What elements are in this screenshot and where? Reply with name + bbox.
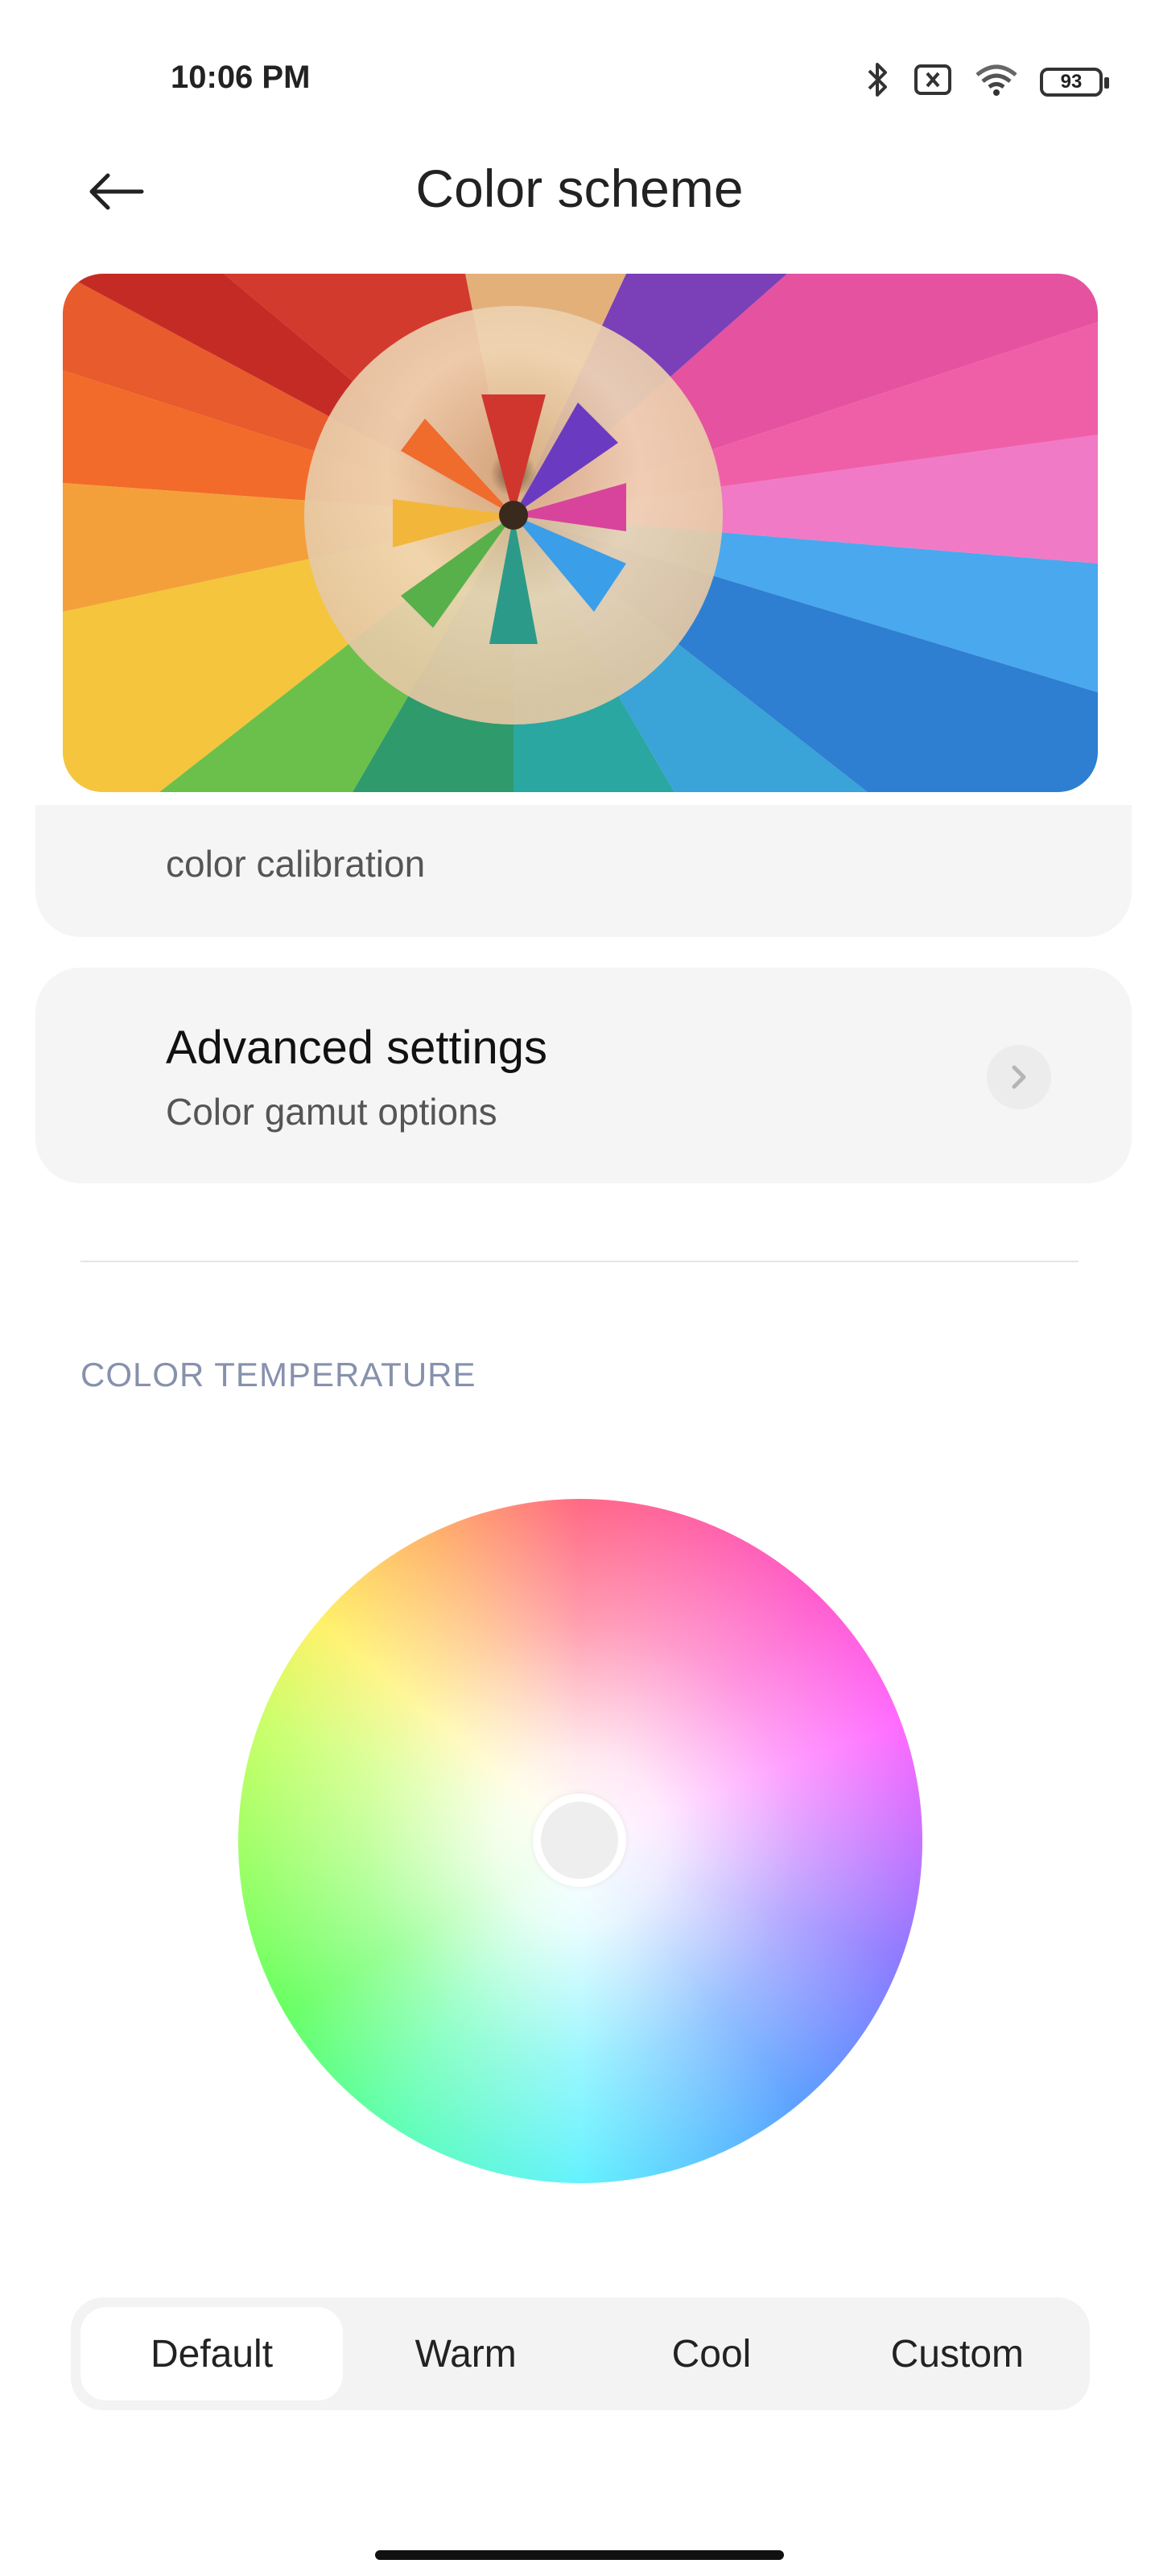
advanced-settings-card[interactable] <box>35 968 1132 1183</box>
mode-warm-button[interactable]: Warm <box>343 2307 588 2401</box>
mode-cool-button[interactable]: Cool <box>588 2307 834 2401</box>
bluetooth-icon <box>864 61 892 102</box>
page-title: Color scheme <box>415 159 744 218</box>
section-divider <box>80 1261 1079 1262</box>
color-temperature-title: COLOR TEMPERATURE <box>80 1356 476 1393</box>
battery-level: 93 <box>1060 70 1083 93</box>
status-icons: 93 <box>864 61 1109 102</box>
home-indicator[interactable] <box>375 2550 784 2560</box>
hero-image <box>63 274 1098 792</box>
status-time: 10:06 PM <box>171 60 311 95</box>
battery-icon: 93 <box>1040 67 1109 97</box>
color-temperature-selector: Default Warm Cool Custom <box>71 2297 1090 2410</box>
mode-custom-button[interactable]: Custom <box>835 2307 1080 2401</box>
color-calibration-label: color calibration <box>166 843 426 885</box>
advanced-settings-title: Advanced settings <box>166 1022 547 1074</box>
mode-default-button[interactable]: Default <box>80 2307 343 2401</box>
wifi-icon <box>974 62 1019 101</box>
advanced-settings-subtitle: Color gamut options <box>166 1091 497 1133</box>
chevron-right-icon <box>987 1045 1051 1109</box>
sim-off-icon <box>913 64 953 100</box>
color-wheel-handle[interactable] <box>533 1794 626 1887</box>
